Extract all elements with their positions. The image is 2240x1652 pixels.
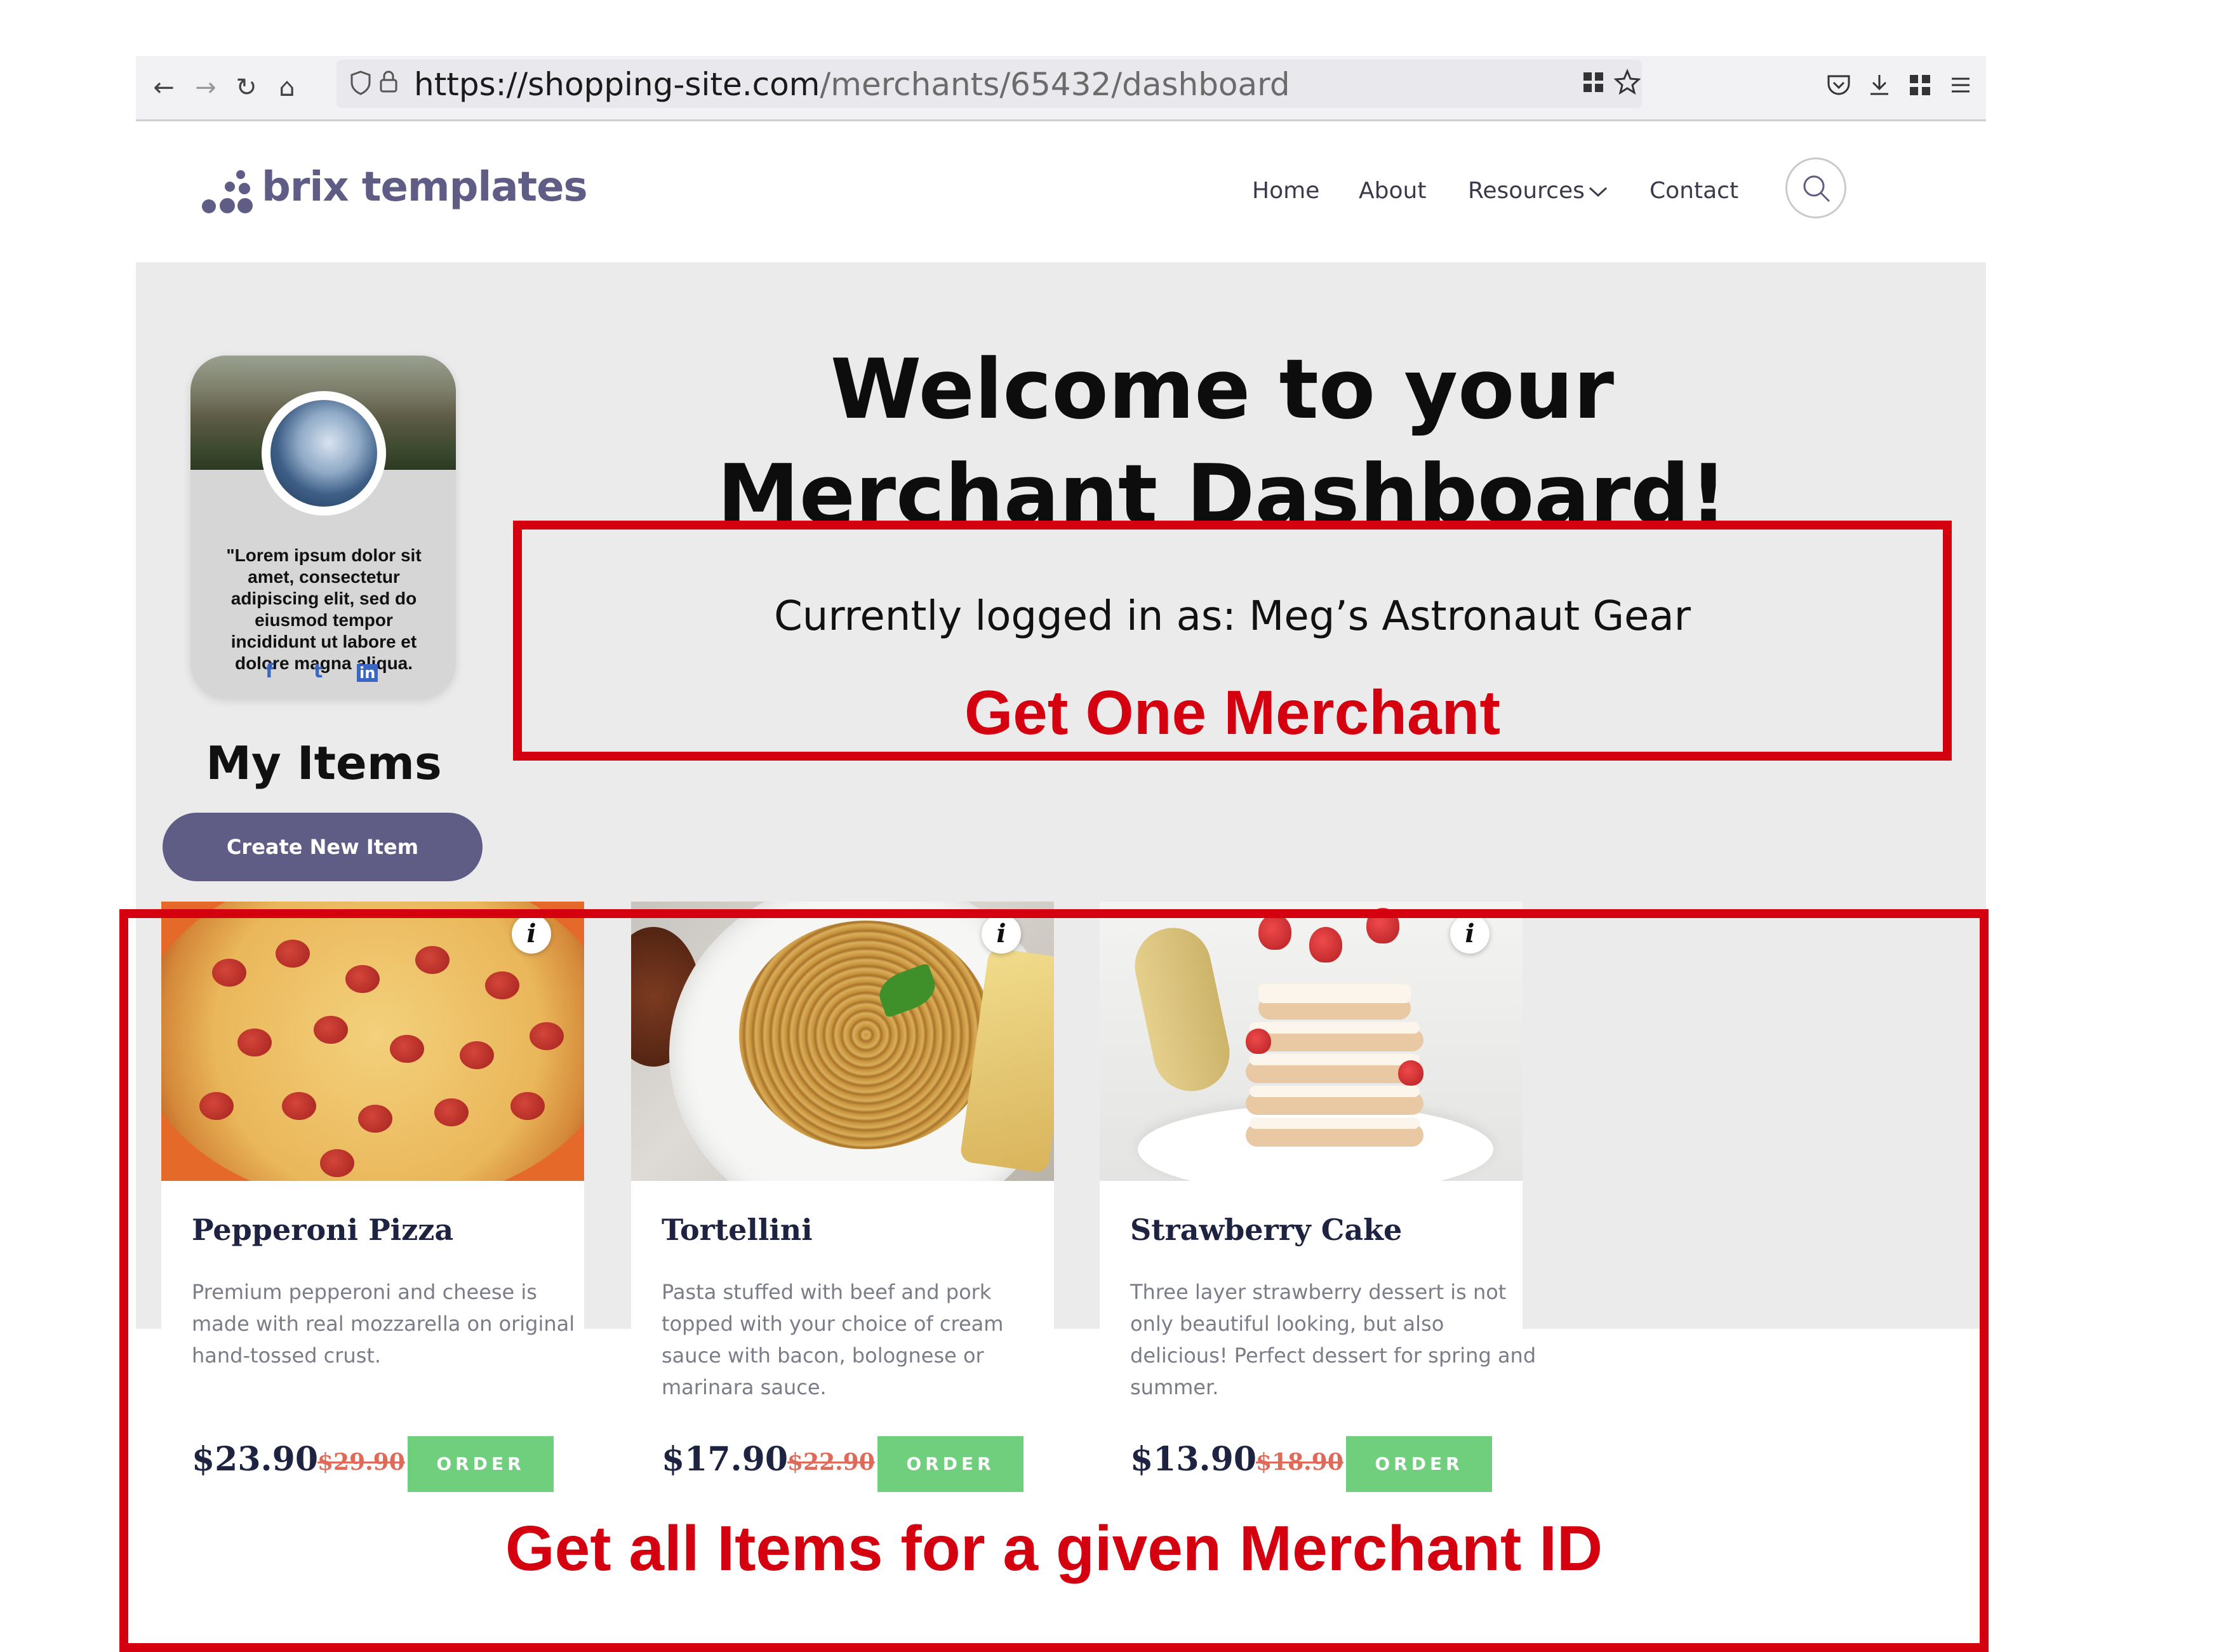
nav-contact[interactable]: Contact [1650, 178, 1738, 204]
avatar[interactable] [262, 391, 386, 516]
my-items-heading: My Items [206, 736, 442, 790]
nav-resources[interactable]: Resources [1468, 178, 1585, 204]
url-path: /merchants/65432/dashboard [820, 66, 1290, 103]
nav-home[interactable]: Home [1252, 178, 1319, 204]
url-text: https://shopping-site.com/merchants/6543… [414, 63, 1290, 105]
extensions-icon[interactable] [1581, 70, 1606, 95]
profile-quote: "Lorem ipsum dolor sit amet, consectetur… [226, 545, 422, 673]
bookmark-star-icon[interactable] [1614, 69, 1641, 95]
pocket-icon[interactable] [1825, 71, 1853, 99]
home-icon[interactable]: ⌂ [268, 69, 306, 107]
profile-card: "Lorem ipsum dolor sit amet, consectetur… [190, 356, 456, 698]
page-title: Welcome to your Merchant Dashboard! [717, 341, 1728, 543]
logo-mark-icon[interactable] [202, 170, 253, 216]
annotation-get-one-merchant: Currently logged in as: Meg’s Astronaut … [513, 521, 1952, 761]
annotation-label-get-all: Get all Items for a given Merchant ID [505, 1513, 1603, 1584]
logged-in-text: Currently logged in as: Meg’s Astronaut … [774, 593, 1691, 640]
annotation-label-get-one: Get One Merchant [964, 677, 1501, 747]
url-host: https://shopping-site.com [414, 66, 820, 103]
linkedin-icon[interactable]: in [357, 664, 378, 682]
search-button[interactable] [1785, 157, 1846, 218]
extensions-menu-icon[interactable] [1906, 71, 1934, 99]
download-icon[interactable] [1865, 71, 1893, 99]
create-new-item-button[interactable]: Create New Item [163, 813, 483, 881]
logo-text[interactable]: brix templates [262, 164, 588, 211]
search-icon [1803, 175, 1830, 203]
forward-icon[interactable]: → [187, 69, 225, 107]
lock-icon [380, 70, 397, 93]
facebook-icon[interactable]: f [265, 660, 274, 683]
shield-icon [350, 70, 371, 95]
chevron-down-icon[interactable] [1587, 184, 1609, 199]
twitter-icon[interactable]: t [314, 660, 323, 683]
browser-toolbar: ← → ↻ ⌂ https://shopping-site.com/mercha… [136, 56, 1986, 121]
back-icon[interactable]: ← [145, 69, 183, 107]
address-bar[interactable]: https://shopping-site.com/merchants/6543… [337, 60, 1642, 108]
hamburger-menu-icon[interactable] [1947, 71, 1975, 99]
reload-icon[interactable]: ↻ [227, 69, 265, 107]
nav-about[interactable]: About [1359, 178, 1426, 204]
